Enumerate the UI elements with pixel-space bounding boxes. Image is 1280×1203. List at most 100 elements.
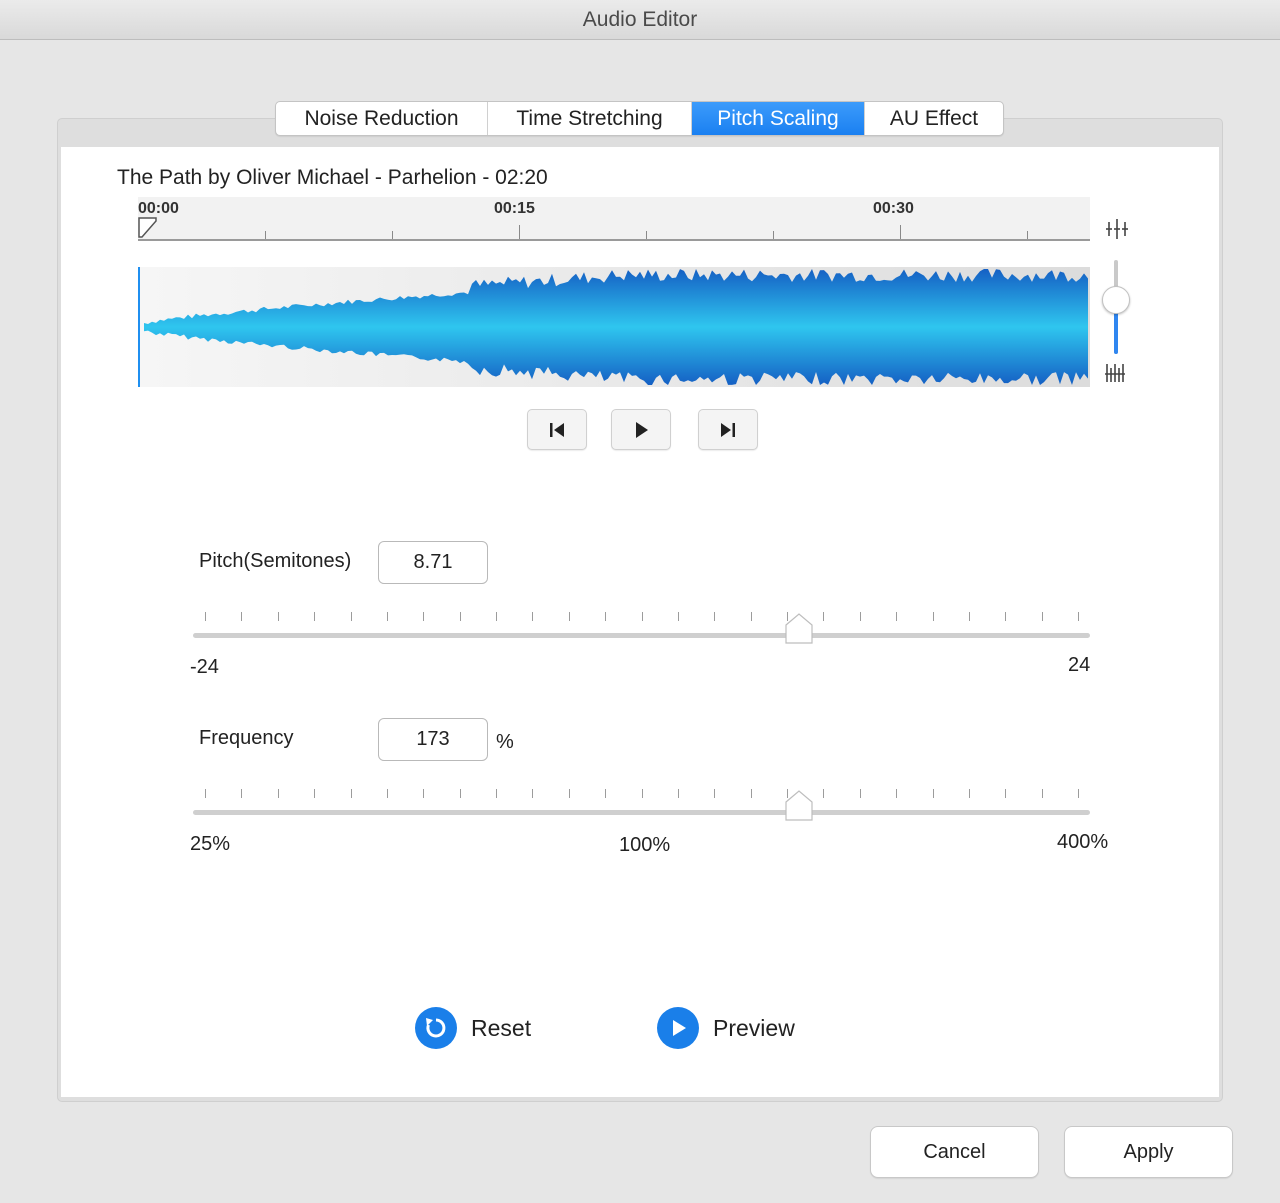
slider-tick — [205, 612, 206, 621]
timeline-ruler[interactable]: 00:00 00:15 00:30 — [138, 197, 1090, 241]
waveform-shape — [144, 269, 1088, 385]
timeline-tick — [392, 231, 393, 239]
slider-tick — [932, 789, 934, 798]
play-button[interactable] — [611, 409, 671, 450]
slider-tick — [714, 789, 716, 798]
slider-tick — [641, 789, 643, 798]
slider-tick — [859, 789, 861, 798]
frequency-min-label: 25% — [190, 833, 231, 855]
frequency-max-label: 400% — [1057, 831, 1109, 853]
slider-tick — [932, 612, 934, 621]
slider-tick — [386, 612, 388, 621]
tab-au-effect[interactable]: AU Effect — [865, 102, 1003, 135]
slider-tick — [677, 612, 679, 621]
playback-cursor — [138, 267, 140, 387]
skip-to-end-button[interactable] — [698, 409, 758, 450]
play-icon — [636, 421, 648, 438]
slider-tick — [605, 612, 607, 621]
slider-tick — [1005, 789, 1007, 798]
skip-to-start-icon — [550, 422, 564, 437]
preview-label: Preview — [713, 1014, 795, 1041]
slider-ticks — [193, 789, 1090, 799]
timeline-tick — [265, 231, 266, 239]
timeline-label: 00:00 — [138, 200, 179, 217]
pitch-min-label: -24 — [190, 656, 219, 678]
track-title: The Path by Oliver Michael - Parhelion -… — [117, 166, 548, 189]
timeline-tick — [519, 225, 520, 239]
apply-button[interactable]: Apply — [1064, 1126, 1233, 1178]
slider-tick — [859, 612, 861, 621]
tab-time-stretching[interactable]: Time Stretching — [488, 102, 692, 135]
reset-label: Reset — [471, 1014, 532, 1041]
slider-tick — [423, 789, 425, 798]
slider-tick — [823, 789, 825, 798]
slider-tick — [1041, 789, 1043, 798]
slider-tick — [532, 789, 534, 798]
tab-noise-reduction[interactable]: Noise Reduction — [276, 102, 488, 135]
pitch-label: Pitch(Semitones) — [199, 550, 352, 572]
slider-tick — [496, 789, 497, 798]
timeline-tick — [773, 231, 774, 239]
slider-tick — [568, 789, 570, 798]
pitch-input[interactable] — [378, 541, 488, 584]
zoom-in-icon[interactable] — [1105, 362, 1127, 384]
slider-tick — [896, 789, 898, 798]
frequency-mid-label: 100% — [619, 834, 671, 856]
slider-tick — [532, 612, 534, 621]
slider-tick — [677, 789, 679, 798]
pitch-slider[interactable] — [193, 612, 1090, 672]
slider-tick — [386, 789, 388, 798]
slider-tick — [1078, 789, 1079, 798]
slider-tick — [896, 612, 898, 621]
slider-tick — [459, 789, 461, 798]
slider-rail[interactable] — [193, 633, 1090, 638]
waveform-view[interactable] — [138, 267, 1090, 387]
slider-rail[interactable] — [193, 810, 1090, 815]
slider-tick — [205, 789, 206, 798]
window-title: Audio Editor — [582, 7, 698, 31]
slider-tick — [277, 612, 279, 621]
playhead-marker-icon[interactable] — [138, 217, 160, 241]
reset-button[interactable]: Reset — [415, 1006, 531, 1050]
slider-tick — [350, 789, 352, 798]
slider-tick — [423, 612, 425, 621]
slider-tick — [241, 789, 243, 798]
slider-tick — [1005, 612, 1007, 621]
slider-tick — [968, 789, 970, 798]
preview-play-icon — [657, 1007, 699, 1049]
tab-bar: Noise Reduction Time Stretching Pitch Sc… — [275, 101, 1004, 136]
slider-tick — [241, 612, 243, 621]
slider-tick — [823, 612, 825, 621]
slider-tick — [1078, 612, 1079, 621]
cancel-button[interactable]: Cancel — [870, 1126, 1039, 1178]
pitch-max-label: 24 — [1068, 654, 1091, 676]
frequency-label: Frequency — [199, 727, 294, 749]
slider-tick — [314, 612, 316, 621]
slider-tick — [1041, 612, 1043, 621]
slider-tick — [750, 612, 752, 621]
reset-icon — [415, 1007, 457, 1049]
slider-tick — [314, 789, 316, 798]
tab-pitch-scaling[interactable]: Pitch Scaling — [692, 102, 865, 135]
skip-to-start-button[interactable] — [527, 409, 587, 450]
timeline-tick — [646, 231, 647, 239]
slider-tick — [459, 612, 461, 621]
timeline-label: 00:15 — [494, 200, 535, 217]
timeline-tick — [1027, 231, 1028, 239]
slider-tick — [714, 612, 716, 621]
timeline-label: 00:30 — [873, 200, 914, 217]
slider-tick — [641, 612, 643, 621]
pitch-slider-knob[interactable] — [784, 613, 814, 645]
slider-tick — [350, 612, 352, 621]
waveform-graphic — [144, 269, 1088, 385]
frequency-input[interactable] — [378, 718, 488, 761]
slider-tick — [605, 789, 607, 798]
preview-button[interactable]: Preview — [657, 1006, 795, 1050]
frequency-slider-knob[interactable] — [784, 790, 814, 822]
slider-ticks — [193, 612, 1090, 622]
slider-tick — [277, 789, 279, 798]
slider-tick — [968, 612, 970, 621]
timeline-tick — [900, 225, 901, 239]
zoom-out-icon[interactable] — [1106, 218, 1128, 240]
slider-tick — [496, 612, 497, 621]
